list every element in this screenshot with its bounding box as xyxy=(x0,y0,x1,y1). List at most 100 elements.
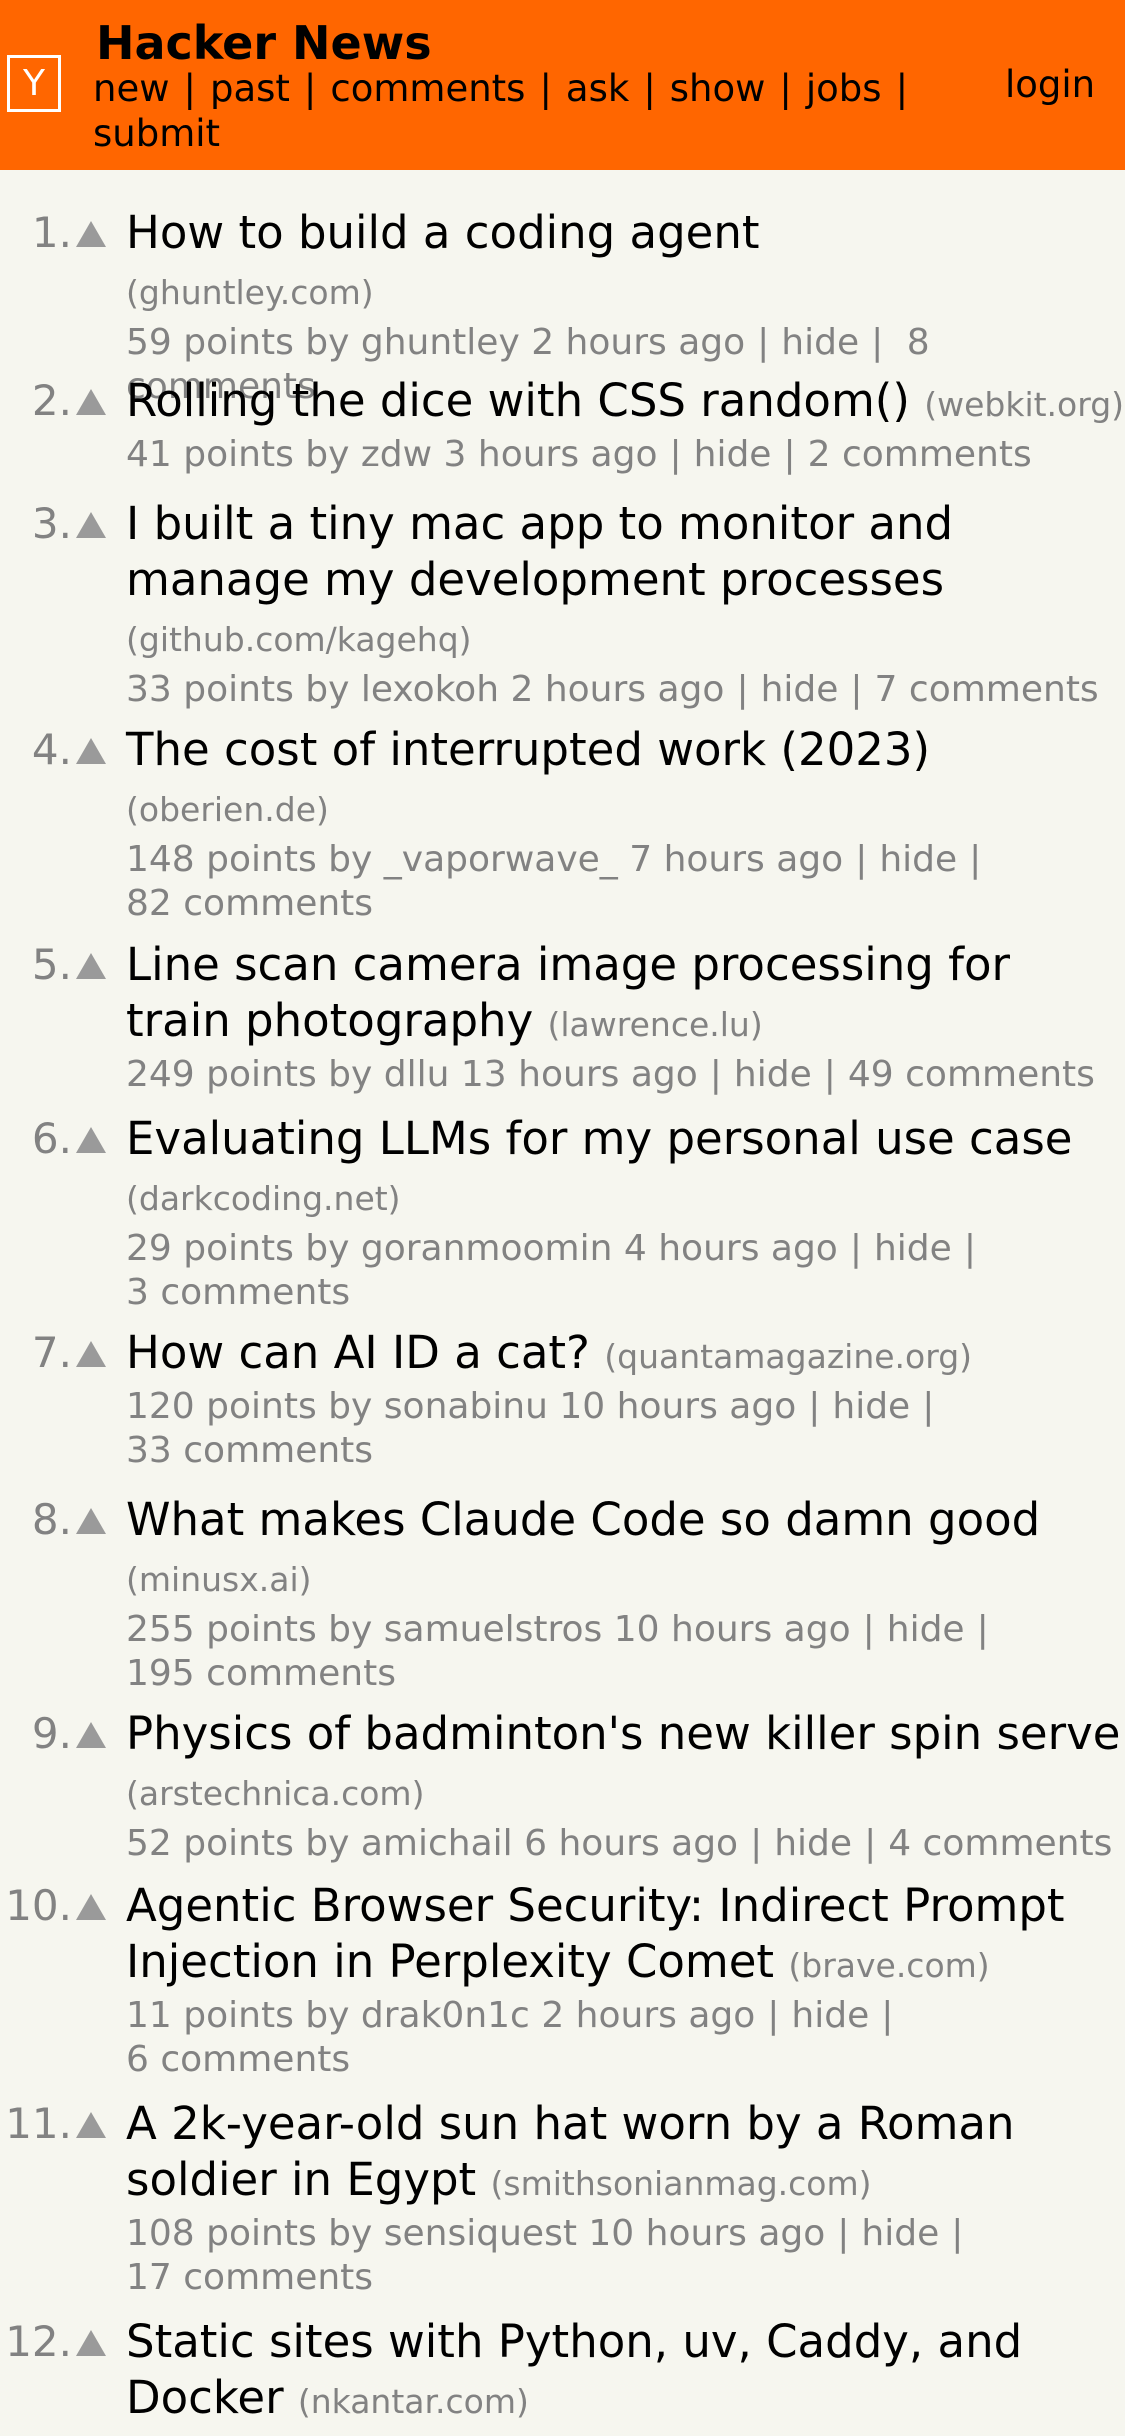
nav-new[interactable]: new xyxy=(93,67,169,110)
nav-separator: | xyxy=(303,67,317,110)
story-title-link[interactable]: Physics of badminton's new killer spin s… xyxy=(126,1707,1120,1760)
comments-link[interactable]: 7 comments xyxy=(875,669,1099,710)
story-site-link[interactable]: (minusx.ai) xyxy=(126,1560,312,1599)
story-user-link[interactable]: drak0n1c xyxy=(361,1995,530,2036)
upvote-arrow-icon[interactable] xyxy=(76,1127,106,1153)
upvote-arrow-icon[interactable] xyxy=(76,1341,106,1367)
nav-ask[interactable]: ask xyxy=(566,67,629,110)
nav-submit[interactable]: submit xyxy=(93,112,220,155)
story-user-link[interactable]: lexokoh xyxy=(361,669,499,710)
story-site-link[interactable]: (oberien.de) xyxy=(126,790,329,829)
story-age-link[interactable]: 2 hours ago xyxy=(541,1995,755,2036)
story-points: 59 points xyxy=(126,322,294,363)
story-site-link[interactable]: (webkit.org) xyxy=(924,385,1124,424)
upvote-arrow-icon[interactable] xyxy=(76,1722,106,1748)
story-points: 33 points xyxy=(126,669,294,710)
hide-link[interactable]: hide xyxy=(761,669,839,710)
nav-show[interactable]: show xyxy=(670,67,766,110)
story-site-link[interactable]: (github.com/kagehq) xyxy=(126,620,472,659)
story-title-link[interactable]: Evaluating LLMs for my personal use case xyxy=(126,1112,1072,1165)
upvote-arrow-icon[interactable] xyxy=(76,512,106,538)
story-age-link[interactable]: 2 hours ago xyxy=(510,669,724,710)
story-user-link[interactable]: _vaporwave_ xyxy=(384,839,618,880)
story-rank: 6. xyxy=(31,1114,72,1163)
story-user-link[interactable]: goranmoomin xyxy=(361,1228,613,1269)
story-user-link[interactable]: amichail xyxy=(361,1823,513,1864)
story-user-link[interactable]: zdw xyxy=(361,434,432,475)
upvote-arrow-icon[interactable] xyxy=(76,738,106,764)
story-points: 255 points xyxy=(126,1609,317,1650)
story-title-link[interactable]: What makes Claude Code so damn good xyxy=(126,1493,1040,1546)
story-rank: 3. xyxy=(31,499,72,548)
upvote-arrow-icon[interactable] xyxy=(76,1894,106,1920)
story-points: 108 points xyxy=(126,2213,317,2254)
hide-link[interactable]: hide xyxy=(791,1995,869,2036)
story-site-link[interactable]: (lawrence.lu) xyxy=(548,1005,763,1044)
upvote-arrow-icon[interactable] xyxy=(76,2330,106,2356)
comments-link[interactable]: 33 comments xyxy=(126,1430,373,1471)
story-site-link[interactable]: (darkcoding.net) xyxy=(126,1179,401,1218)
upvote-arrow-icon[interactable] xyxy=(76,389,106,415)
story-site-link[interactable]: (brave.com) xyxy=(788,1946,989,1985)
story-site-link[interactable]: (ghuntley.com) xyxy=(126,273,374,312)
nav-jobs[interactable]: jobs xyxy=(806,67,882,110)
hide-link[interactable]: hide xyxy=(861,2213,939,2254)
hide-link[interactable]: hide xyxy=(879,839,957,880)
hide-link[interactable]: hide xyxy=(774,1823,852,1864)
comments-link[interactable]: 17 comments xyxy=(126,2257,373,2298)
story-title-link[interactable]: I built a tiny mac app to monitor and ma… xyxy=(126,497,953,606)
story-site-link[interactable]: (quantamagazine.org) xyxy=(604,1337,972,1376)
story-age-link[interactable]: 6 hours ago xyxy=(524,1823,738,1864)
hide-link[interactable]: hide xyxy=(781,322,859,363)
top-bar: Y Hacker News new | past | comments | ask | show… xyxy=(0,0,1125,170)
story-age-link[interactable]: 4 hours ago xyxy=(624,1228,838,1269)
comments-link[interactable]: 3 comments xyxy=(126,1272,350,1313)
story-age-link[interactable]: 13 hours ago xyxy=(461,1054,698,1095)
story-points: 29 points xyxy=(126,1228,294,1269)
upvote-arrow-icon[interactable] xyxy=(76,953,106,979)
story-user-link[interactable]: sensiquest xyxy=(384,2213,577,2254)
story-user-link[interactable]: dllu xyxy=(384,1054,450,1095)
story-age-link[interactable]: 10 hours ago xyxy=(559,1386,796,1427)
story-points: 11 points xyxy=(126,1995,294,2036)
hide-link[interactable]: hide xyxy=(694,434,772,475)
hide-link[interactable]: hide xyxy=(874,1228,952,1269)
hide-link[interactable]: hide xyxy=(734,1054,812,1095)
story-user-link[interactable]: sonabinu xyxy=(384,1386,548,1427)
site-title[interactable]: Hacker News xyxy=(96,12,432,74)
story-rank: 7. xyxy=(31,1328,72,1377)
upvote-arrow-icon[interactable] xyxy=(76,2112,106,2138)
story-title-link[interactable]: How to build a coding agent xyxy=(126,206,760,259)
nav-separator: | xyxy=(183,67,196,110)
comments-link[interactable]: 4 comments xyxy=(888,1823,1112,1864)
comments-link[interactable]: 49 comments xyxy=(848,1054,1095,1095)
comments-link[interactable]: 82 comments xyxy=(126,883,373,924)
story-user-link[interactable]: samuelstros xyxy=(384,1609,603,1650)
hide-link[interactable]: hide xyxy=(887,1609,965,1650)
story-title-link[interactable]: Static sites with Python, uv, Caddy, and… xyxy=(126,2315,1022,2424)
story-title-link[interactable]: The cost of interrupted work (2023) xyxy=(126,723,930,776)
story-points: 52 points xyxy=(126,1823,294,1864)
upvote-arrow-icon[interactable] xyxy=(76,1508,106,1534)
story-site-link[interactable]: (nkantar.com) xyxy=(298,2382,529,2421)
hide-link[interactable]: hide xyxy=(832,1386,910,1427)
story-title-link[interactable]: Rolling the dice with CSS random() xyxy=(126,374,910,427)
story-age-link[interactable]: 10 hours ago xyxy=(614,1609,851,1650)
upvote-arrow-icon[interactable] xyxy=(76,221,106,247)
hn-logo[interactable]: Y xyxy=(7,55,61,112)
comments-link[interactable]: 2 comments xyxy=(808,434,1032,475)
story-age-link[interactable]: 10 hours ago xyxy=(588,2213,825,2254)
story-user-link[interactable]: ghuntley xyxy=(361,322,520,363)
comments-link[interactable]: 195 comments xyxy=(126,1653,396,1694)
nav-comments[interactable]: comments xyxy=(330,67,525,110)
login-link[interactable]: login xyxy=(1005,62,1095,107)
nav-separator: | xyxy=(643,67,656,110)
comments-link[interactable]: 6 comments xyxy=(126,2039,350,2080)
story-age-link[interactable]: 2 hours ago xyxy=(531,322,745,363)
story-site-link[interactable]: (smithsonianmag.com) xyxy=(491,2164,872,2203)
story-title-link[interactable]: How can AI ID a cat? xyxy=(126,1326,590,1379)
story-site-link[interactable]: (arstechnica.com) xyxy=(126,1774,424,1813)
story-age-link[interactable]: 7 hours ago xyxy=(629,839,843,880)
nav-past[interactable]: past xyxy=(210,67,290,110)
story-age-link[interactable]: 3 hours ago xyxy=(444,434,658,475)
